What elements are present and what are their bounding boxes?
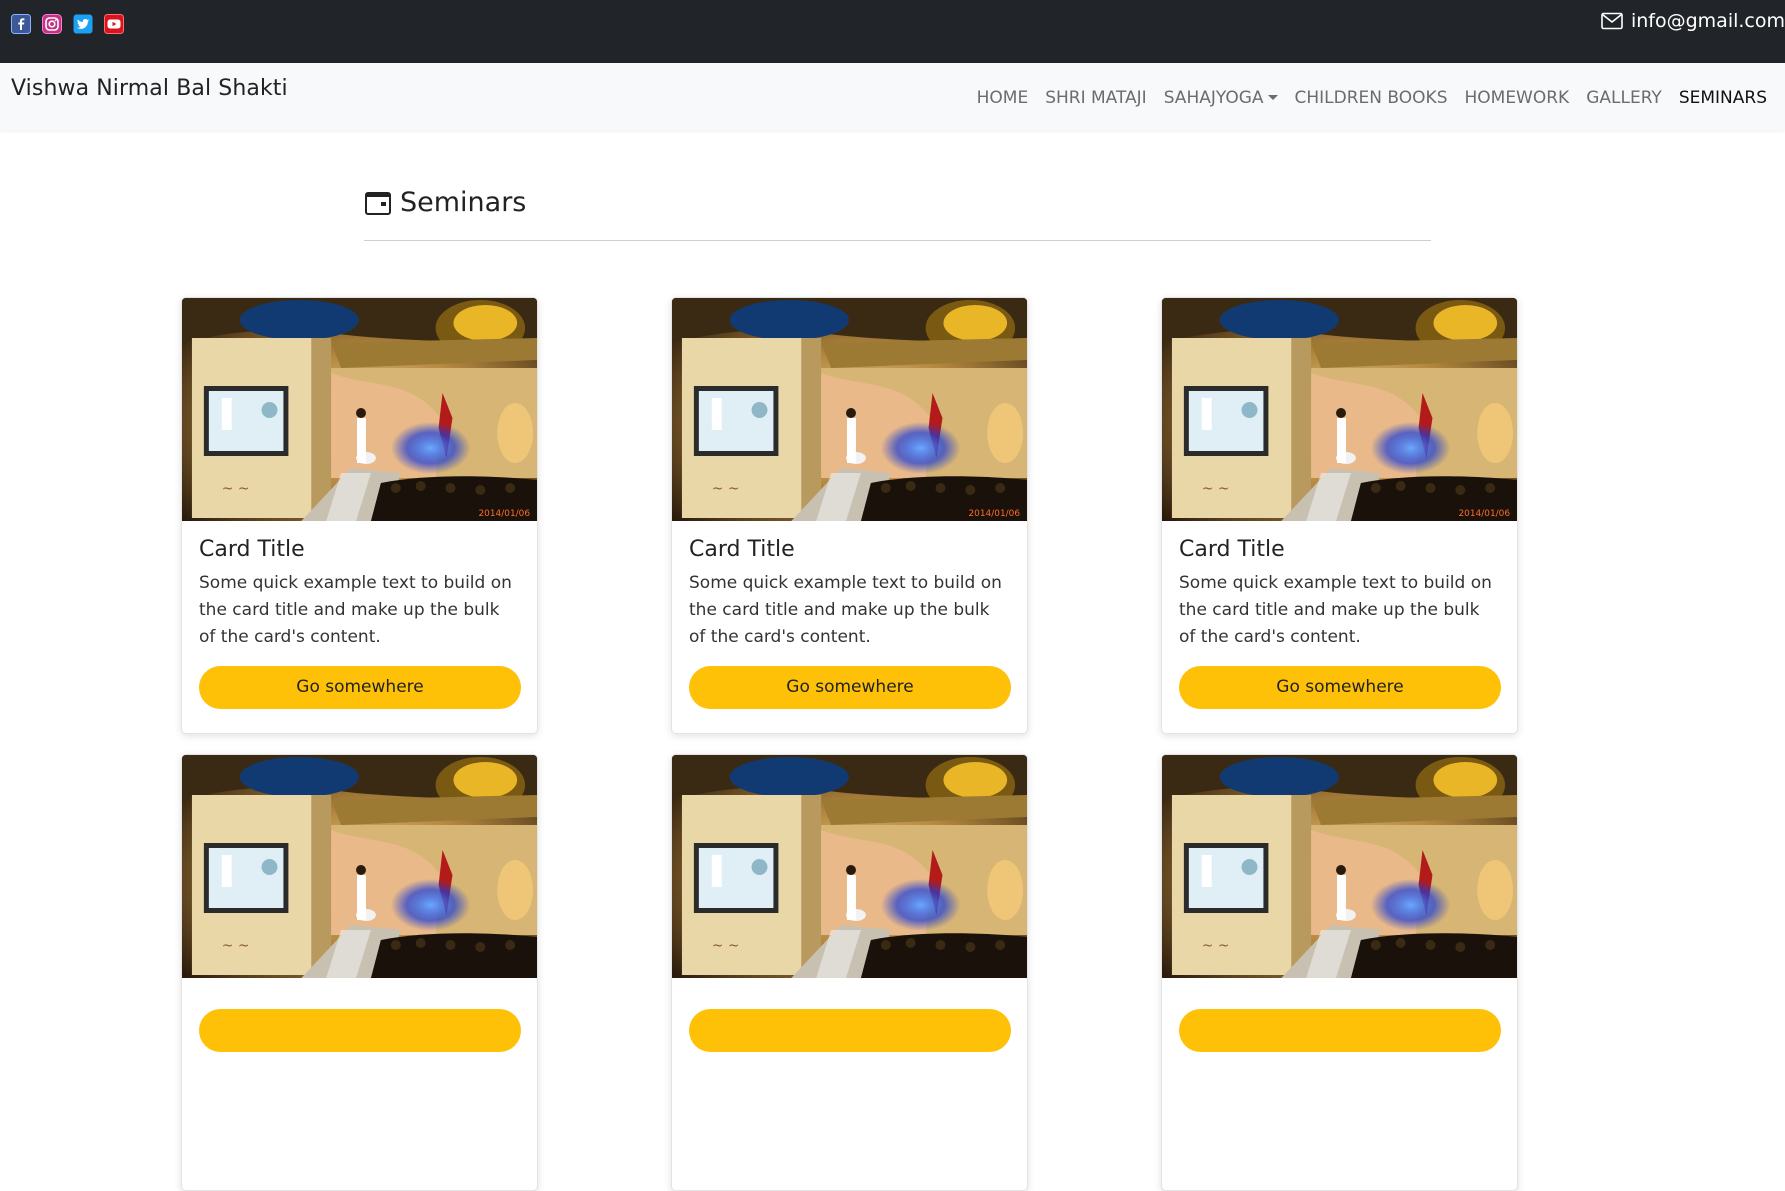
nav-item-home[interactable]: HOME: [977, 88, 1029, 108]
svg-text:~ ~: ~ ~: [1202, 938, 1230, 954]
go-somewhere-button[interactable]: Go somewhere: [1179, 666, 1501, 709]
nav-links: HOME SHRI MATAJI SAHAJYOGA CHILDREN BOOK…: [977, 88, 1767, 108]
card-image: 2014/01/06 ~ ~: [672, 298, 1027, 521]
nav-item-sahajyoga[interactable]: SAHAJYOGA: [1164, 88, 1278, 108]
go-somewhere-button[interactable]: Go somewhere: [199, 666, 521, 709]
image-date-stamp: 2014/01/06: [1458, 509, 1510, 519]
nav-item-seminars[interactable]: SEMINARS: [1679, 88, 1767, 108]
youtube-icon[interactable]: [104, 14, 124, 34]
instagram-icon[interactable]: [42, 14, 62, 34]
nav-item-gallery[interactable]: GALLERY: [1586, 88, 1662, 108]
svg-text:~ ~: ~ ~: [1202, 481, 1230, 497]
card-image: 2014/01/06 ~ ~: [1162, 298, 1517, 521]
card-text: Some quick example text to build on the …: [199, 573, 512, 647]
chevron-down-icon: [1267, 95, 1278, 100]
seminar-card: 2014/01/06 ~ ~ Card Title Some quick exam…: [181, 297, 538, 734]
card-image: ~ ~: [672, 755, 1027, 978]
nav-item-sahajyoga-label: SAHAJYOGA: [1163, 88, 1264, 108]
svg-text:~ ~: ~ ~: [222, 481, 250, 497]
seminar-card: ~ ~: [1161, 754, 1518, 1191]
card-title: Card Title: [1179, 537, 1285, 562]
card-body: Card Title Some quick example text to bui…: [1162, 521, 1517, 709]
svg-text:~ ~: ~ ~: [712, 938, 740, 954]
page-title: Seminars: [400, 187, 527, 218]
seminar-card: ~ ~: [671, 754, 1028, 1191]
svg-text:~ ~: ~ ~: [222, 938, 250, 954]
seminar-card: 2014/01/06 ~ ~ Card Title Some quick exam…: [671, 297, 1028, 734]
envelope-icon: [1601, 12, 1623, 30]
email-text[interactable]: info@gmail.com: [1631, 10, 1785, 32]
site-brand[interactable]: Vishwa Nirmal Bal Shakti: [11, 76, 288, 101]
seminar-card: ~ ~: [181, 754, 538, 1191]
nav-item-shri-mataji[interactable]: SHRI MATAJI: [1045, 88, 1147, 108]
go-somewhere-button[interactable]: [1179, 1009, 1501, 1052]
go-somewhere-button[interactable]: [689, 1009, 1011, 1052]
social-links: [11, 14, 124, 34]
card-body: [182, 978, 537, 1052]
card-text: Some quick example text to build on the …: [689, 573, 1002, 647]
card-text: Some quick example text to build on the …: [1179, 573, 1492, 647]
card-image: ~ ~: [182, 755, 537, 978]
card-title: Card Title: [199, 537, 305, 562]
card-body: [672, 978, 1027, 1052]
card-image: ~ ~: [1162, 755, 1517, 978]
section-heading: Seminars: [364, 187, 526, 218]
top-bar: info@gmail.com: [0, 0, 1785, 63]
nav-item-homework[interactable]: HOMEWORK: [1464, 88, 1569, 108]
card-image: 2014/01/06 ~ ~: [182, 298, 537, 521]
seminar-card: 2014/01/06 ~ ~ Card Title Some quick exam…: [1161, 297, 1518, 734]
heading-divider: [364, 240, 1431, 241]
go-somewhere-button[interactable]: [199, 1009, 521, 1052]
email-contact[interactable]: info@gmail.com: [1601, 10, 1785, 32]
calendar-icon: [365, 191, 391, 215]
card-body: Card Title Some quick example text to bui…: [182, 521, 537, 709]
image-date-stamp: 2014/01/06: [478, 509, 530, 519]
facebook-icon[interactable]: [11, 14, 31, 34]
twitter-icon[interactable]: [73, 14, 93, 34]
card-title: Card Title: [689, 537, 795, 562]
image-date-stamp: 2014/01/06: [968, 509, 1020, 519]
nav-item-children-books[interactable]: CHILDREN BOOKS: [1295, 88, 1448, 108]
go-somewhere-button[interactable]: Go somewhere: [689, 666, 1011, 709]
main-navbar: Vishwa Nirmal Bal Shakti HOME SHRI MATAJ…: [0, 63, 1785, 130]
card-body: [1162, 978, 1517, 1052]
card-body: Card Title Some quick example text to bui…: [672, 521, 1027, 709]
svg-text:~ ~: ~ ~: [712, 481, 740, 497]
